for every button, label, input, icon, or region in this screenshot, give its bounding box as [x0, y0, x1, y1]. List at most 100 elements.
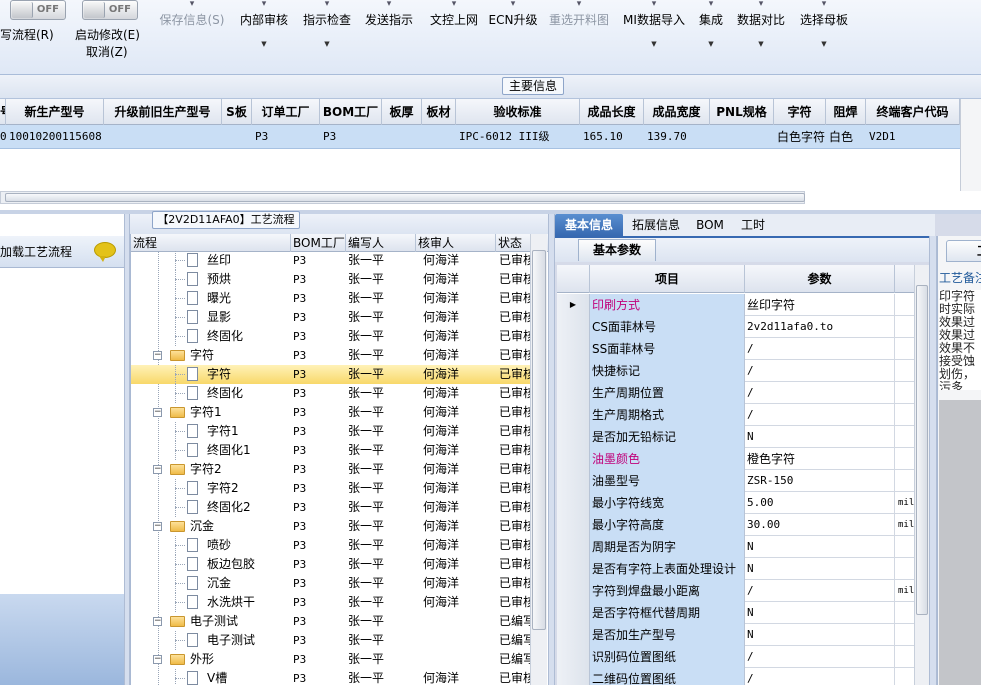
tree-col-header[interactable]: 状态 — [496, 234, 531, 252]
param-value[interactable]: N — [745, 558, 895, 580]
collapse-icon[interactable]: − — [153, 408, 162, 417]
select-mother-board-button[interactable]: ▾ 选择母板 ▼ — [784, 0, 864, 66]
tree-row[interactable]: 丝印 P3 张一平 何海洋 已审核 — [131, 251, 531, 270]
param-row[interactable]: 最小字符线宽 5.00 mil — [557, 492, 915, 514]
tree-row[interactable]: 预烘 P3 张一平 何海洋 已审核 — [131, 270, 531, 289]
param-value[interactable]: 30.00 — [745, 514, 895, 536]
start-edit-label[interactable]: 启动修改(E) — [75, 26, 140, 43]
param-value[interactable]: N — [745, 624, 895, 646]
main-grid-row[interactable]: 0 10010200115608 P3 P3 IPC-6012 III级 165.10 13… — [0, 125, 960, 149]
params-col-item[interactable]: 项目 — [590, 265, 745, 293]
main-cell[interactable] — [222, 125, 252, 149]
param-row[interactable]: SS面菲林号 / — [557, 338, 915, 360]
tab-bom[interactable]: BOM — [689, 214, 731, 236]
tree-row[interactable]: 水洗烘干 P3 张一平 何海洋 已审核 — [131, 593, 531, 612]
dropdown-arrow-icon[interactable]: ▼ — [784, 36, 864, 52]
main-col-header[interactable]: 字符 — [774, 99, 826, 125]
param-value[interactable]: ZSR-150 — [745, 470, 895, 492]
tree-row[interactable]: 喷砂 P3 张一平 何海洋 已审核 — [131, 536, 531, 555]
param-row[interactable]: ▶ 印刷方式 丝印字符 — [557, 294, 915, 316]
main-cell[interactable]: 139.70 — [644, 125, 710, 149]
tree-col-header[interactable]: 流程 — [131, 234, 291, 252]
param-row[interactable]: 是否加无铅标记 N — [557, 426, 915, 448]
main-cell[interactable]: 10010200115608 — [6, 125, 104, 149]
param-value[interactable]: / — [745, 360, 895, 382]
main-grid-hscroll[interactable] — [0, 191, 805, 204]
param-row[interactable]: CS面菲林号 2v2d11afa0.to — [557, 316, 915, 338]
params-vscroll[interactable] — [914, 265, 929, 685]
main-col-header[interactable]: 成品宽度 — [644, 99, 710, 125]
tree-row[interactable]: − 字符2 P3 张一平 何海洋 已审核 — [131, 460, 531, 479]
comment-bubble-icon[interactable] — [94, 242, 116, 262]
collapse-icon[interactable]: − — [153, 351, 162, 360]
main-cell[interactable] — [104, 125, 222, 149]
tree-row[interactable]: 显影 P3 张一平 何海洋 已审核 — [131, 308, 531, 327]
collapse-icon[interactable]: − — [153, 522, 162, 531]
collapse-icon[interactable]: − — [153, 465, 162, 474]
write-process-label[interactable]: 写流程(R) — [0, 26, 54, 43]
tree-row[interactable]: − 字符 P3 张一平 何海洋 已审核 — [131, 346, 531, 365]
main-col-header[interactable]: 阻焊 — [826, 99, 866, 125]
tree-row[interactable]: − 外形 P3 张一平 已编写 — [131, 650, 531, 669]
main-col-header[interactable]: BOM工厂 — [320, 99, 382, 125]
tree-row[interactable]: − 沉金 P3 张一平 何海洋 已审核 — [131, 517, 531, 536]
tab-man-hours[interactable]: 工时 — [731, 214, 775, 236]
tree-row[interactable]: 沉金 P3 张一平 何海洋 已审核 — [131, 574, 531, 593]
middle-gutter[interactable] — [548, 214, 555, 685]
tab-basic-params[interactable]: 基本参数 — [578, 239, 656, 261]
param-value[interactable]: / — [745, 404, 895, 426]
main-cell[interactable]: P3 — [252, 125, 320, 149]
param-row[interactable]: 生产周期位置 / — [557, 382, 915, 404]
main-cell[interactable]: 白色 — [826, 125, 866, 149]
param-row[interactable]: 周期是否为阴字 N — [557, 536, 915, 558]
process-tree-vscroll[interactable] — [530, 234, 547, 685]
main-col-header[interactable]: 终端客户代码 — [866, 99, 960, 125]
param-row[interactable]: 油墨颜色 橙色字符 — [557, 448, 915, 470]
param-row[interactable]: 快捷标记 / — [557, 360, 915, 382]
param-value[interactable]: N — [745, 602, 895, 624]
param-value[interactable]: / — [745, 382, 895, 404]
main-col-header[interactable]: 板厚 — [382, 99, 422, 125]
tab-extended-info[interactable]: 拓展信息 — [623, 214, 689, 236]
param-row[interactable]: 是否字符框代替周期 N — [557, 602, 915, 624]
tab-process[interactable]: 工 — [946, 240, 981, 262]
param-value[interactable]: 2v2d11afa0.to — [745, 316, 895, 338]
main-cell[interactable]: P3 — [320, 125, 382, 149]
main-cell[interactable]: IPC-6012 III级 — [456, 125, 580, 149]
param-value[interactable]: / — [745, 646, 895, 668]
param-value[interactable]: 丝印字符 — [745, 294, 895, 316]
param-row[interactable]: 生产周期格式 / — [557, 404, 915, 426]
tree-row[interactable]: − 字符1 P3 张一平 何海洋 已审核 — [131, 403, 531, 422]
param-value[interactable]: 5.00 — [745, 492, 895, 514]
cancel-edit-label[interactable]: 取消(Z) — [86, 43, 128, 60]
param-row[interactable]: 字符到焊盘最小距离 / mil — [557, 580, 915, 602]
tree-row[interactable]: − 电子测试 P3 张一平 已编写 — [131, 612, 531, 631]
tree-vscroll-thumb[interactable] — [532, 250, 546, 630]
param-value[interactable]: / — [745, 338, 895, 360]
tree-row[interactable]: 板边包胶 P3 张一平 何海洋 已审核 — [131, 555, 531, 574]
tree-row[interactable]: 字符1 P3 张一平 何海洋 已审核 — [131, 422, 531, 441]
main-col-header[interactable]: 新生产型号 — [6, 99, 104, 125]
tree-row[interactable]: 字符 P3 张一平 何海洋 已审核 — [131, 365, 531, 384]
param-row[interactable]: 识别码位置图纸 / — [557, 646, 915, 668]
start-edit-toggle[interactable]: OFF — [82, 0, 138, 20]
process-note-text[interactable]: 印字符时实际效果过效果过效果不接受蚀划伤，污多印，字轻微掉字 — [939, 290, 981, 390]
main-col-header[interactable]: PNL规格 — [710, 99, 774, 125]
param-value[interactable]: N — [745, 536, 895, 558]
params-col-value[interactable]: 参数 — [745, 265, 895, 293]
tree-row[interactable]: 终固化 P3 张一平 何海洋 已审核 — [131, 384, 531, 403]
hscroll-thumb[interactable] — [5, 193, 805, 202]
tree-row[interactable]: 终固化 P3 张一平 何海洋 已审核 — [131, 327, 531, 346]
tab-basic-info[interactable]: 基本信息 — [555, 214, 623, 236]
main-col-header[interactable]: 订单工厂 — [252, 99, 320, 125]
tree-col-header[interactable]: 核审人 — [416, 234, 496, 252]
param-value[interactable]: N — [745, 426, 895, 448]
tree-row[interactable]: V槽 P3 张一平 何海洋 已审核 — [131, 669, 531, 685]
main-col-header[interactable]: 验收标准 — [456, 99, 580, 125]
param-row[interactable]: 最小字符高度 30.00 mil — [557, 514, 915, 536]
tree-row[interactable]: 终固化1 P3 张一平 何海洋 已审核 — [131, 441, 531, 460]
param-value[interactable]: 橙色字符 — [745, 448, 895, 470]
collapse-icon[interactable]: − — [153, 655, 162, 664]
tree-row[interactable]: 字符2 P3 张一平 何海洋 已审核 — [131, 479, 531, 498]
param-row[interactable]: 是否加生产型号 N — [557, 624, 915, 646]
